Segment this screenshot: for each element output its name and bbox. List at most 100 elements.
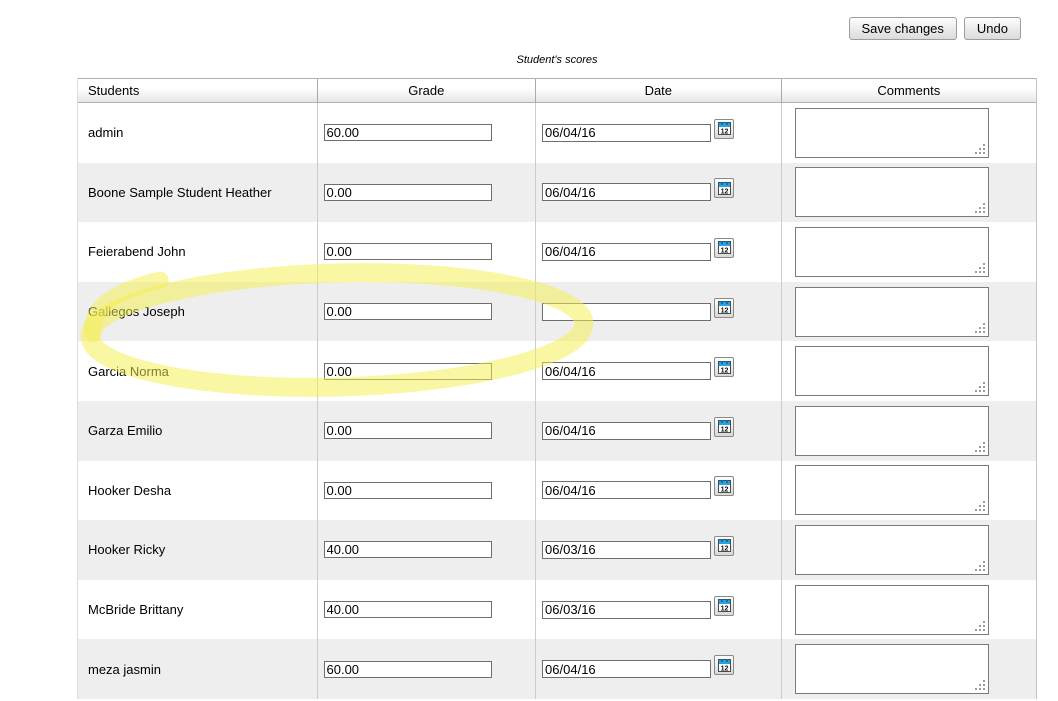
calendar-icon-number: 12 — [720, 367, 729, 374]
calendar-icon-header — [719, 660, 730, 664]
column-header-students: Students — [78, 79, 317, 102]
calendar-icon-number: 12 — [720, 307, 729, 314]
calendar-icon-number: 12 — [720, 247, 729, 254]
calendar-icon: 12 — [718, 122, 731, 135]
calendar-button[interactable]: 12 — [714, 417, 734, 437]
grade-input[interactable] — [324, 124, 492, 141]
comment-textarea[interactable] — [795, 465, 989, 515]
calendar-icon: 12 — [718, 420, 731, 433]
calendar-icon-number: 12 — [720, 128, 729, 135]
calendar-button[interactable]: 12 — [714, 119, 734, 139]
grade-input[interactable] — [324, 363, 492, 380]
grade-input[interactable] — [324, 422, 492, 439]
calendar-icon-number: 12 — [720, 665, 729, 672]
table-row: Gallegos Joseph 12 — [78, 282, 1036, 342]
student-name: Feierabend John — [88, 244, 186, 259]
comment-field-wrap — [795, 525, 989, 575]
student-name: Garcia Norma — [88, 364, 169, 379]
calendar-button[interactable]: 12 — [714, 298, 734, 318]
calendar-icon-number: 12 — [720, 545, 729, 552]
student-name: McBride Brittany — [88, 602, 183, 617]
scores-table: Students Grade Date Comments admin 12 — [77, 78, 1037, 699]
comment-textarea[interactable] — [795, 346, 989, 396]
calendar-icon: 12 — [718, 659, 731, 672]
student-name: Boone Sample Student Heather — [88, 185, 272, 200]
calendar-icon: 12 — [718, 182, 731, 195]
grade-input[interactable] — [324, 243, 492, 260]
grade-input[interactable] — [324, 661, 492, 678]
date-input[interactable] — [542, 124, 711, 142]
calendar-icon: 12 — [718, 480, 731, 493]
date-input[interactable] — [542, 660, 711, 678]
table-row: admin 12 — [78, 103, 1036, 163]
date-input[interactable] — [542, 422, 711, 440]
student-name: meza jasmin — [88, 662, 161, 677]
calendar-icon-number: 12 — [720, 426, 729, 433]
calendar-icon-number: 12 — [720, 605, 729, 612]
table-header-row: Students Grade Date Comments — [78, 78, 1036, 103]
date-input[interactable] — [542, 183, 711, 201]
table-caption: Student's scores — [77, 54, 1037, 66]
grade-input[interactable] — [324, 184, 492, 201]
comment-textarea[interactable] — [795, 108, 989, 158]
comment-field-wrap — [795, 465, 989, 515]
date-input[interactable] — [542, 541, 711, 559]
grade-input[interactable] — [324, 541, 492, 558]
table-row: Boone Sample Student Heather 12 — [78, 163, 1036, 223]
date-input[interactable] — [542, 601, 711, 619]
date-input[interactable] — [542, 481, 711, 499]
calendar-icon: 12 — [718, 599, 731, 612]
comment-textarea[interactable] — [795, 644, 989, 694]
table-row: McBride Brittany 12 — [78, 580, 1036, 640]
date-input[interactable] — [542, 362, 711, 380]
calendar-icon-number: 12 — [720, 188, 729, 195]
comment-field-wrap — [795, 108, 989, 158]
table-body: admin 12 Boone Sample Student Heather — [78, 103, 1036, 699]
comment-field-wrap — [795, 644, 989, 694]
comment-field-wrap — [795, 346, 989, 396]
calendar-icon: 12 — [718, 301, 731, 314]
date-input[interactable] — [542, 303, 711, 321]
calendar-button[interactable]: 12 — [714, 476, 734, 496]
grade-input[interactable] — [324, 482, 492, 499]
comment-textarea[interactable] — [795, 227, 989, 277]
table-row: Garcia Norma 12 — [78, 341, 1036, 401]
grade-input[interactable] — [324, 303, 492, 320]
calendar-button[interactable]: 12 — [714, 655, 734, 675]
comment-textarea[interactable] — [795, 525, 989, 575]
comment-textarea[interactable] — [795, 167, 989, 217]
save-changes-button[interactable]: Save changes — [849, 17, 957, 40]
table-row: meza jasmin 12 — [78, 639, 1036, 699]
calendar-icon: 12 — [718, 539, 731, 552]
comment-field-wrap — [795, 287, 989, 337]
table-row: Garza Emilio 12 — [78, 401, 1036, 461]
student-name: Hooker Ricky — [88, 542, 165, 557]
calendar-button[interactable]: 12 — [714, 178, 734, 198]
table-row: Feierabend John 12 — [78, 222, 1036, 282]
grade-entry-page: Save changes Undo Student's scores Stude… — [0, 0, 1058, 701]
undo-button[interactable]: Undo — [964, 17, 1021, 40]
column-header-grade: Grade — [317, 79, 536, 102]
comment-field-wrap — [795, 406, 989, 456]
date-input[interactable] — [542, 243, 711, 261]
student-name: admin — [88, 125, 123, 140]
student-name: Hooker Desha — [88, 483, 171, 498]
grade-input[interactable] — [324, 601, 492, 618]
comment-textarea[interactable] — [795, 585, 989, 635]
comment-field-wrap — [795, 585, 989, 635]
column-header-comments: Comments — [781, 79, 1036, 102]
calendar-button[interactable]: 12 — [714, 596, 734, 616]
calendar-button[interactable]: 12 — [714, 536, 734, 556]
table-row: Hooker Desha 12 — [78, 461, 1036, 521]
calendar-icon-number: 12 — [720, 486, 729, 493]
calendar-icon: 12 — [718, 361, 731, 374]
comment-textarea[interactable] — [795, 287, 989, 337]
column-header-date: Date — [535, 79, 780, 102]
calendar-button[interactable]: 12 — [714, 357, 734, 377]
calendar-icon-header — [719, 362, 730, 366]
student-name: Gallegos Joseph — [88, 304, 185, 319]
comment-textarea[interactable] — [795, 406, 989, 456]
calendar-button[interactable]: 12 — [714, 238, 734, 258]
comment-field-wrap — [795, 167, 989, 217]
table-row: Hooker Ricky 12 — [78, 520, 1036, 580]
